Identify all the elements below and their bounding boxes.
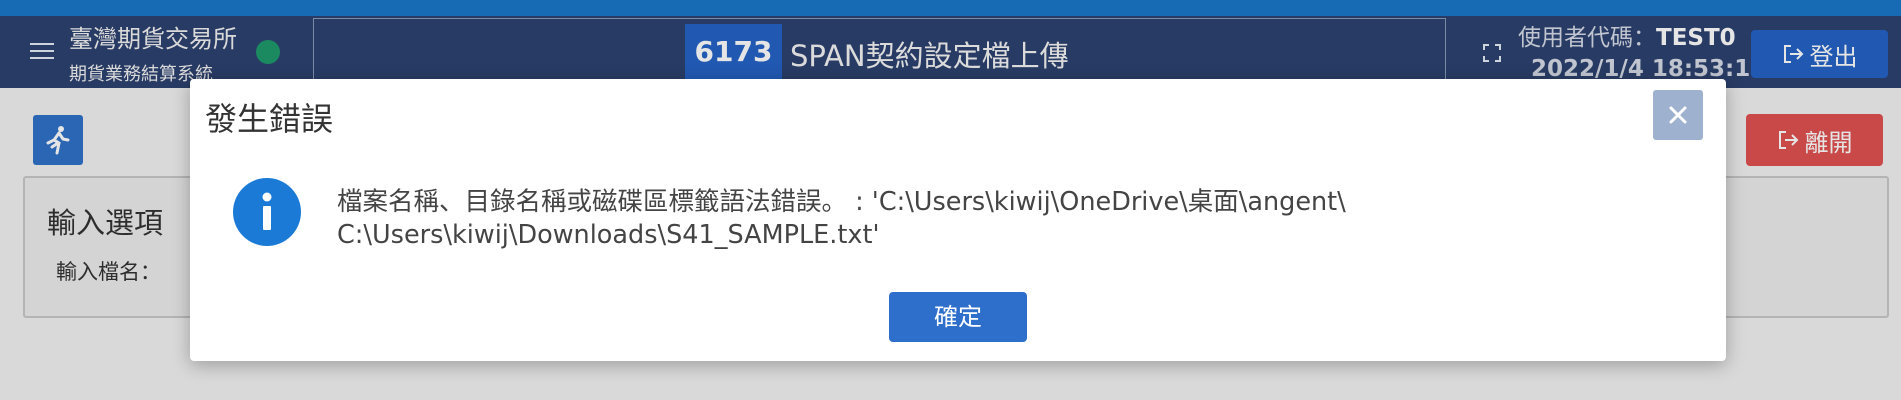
- error-message-line-2: C:\Users\kiwij\Downloads\S41_SAMPLE.txt': [337, 220, 880, 250]
- confirm-button[interactable]: 確定: [889, 292, 1027, 342]
- info-icon: [233, 178, 301, 246]
- dialog-title: 發生錯誤: [205, 100, 334, 138]
- error-dialog: 發生錯誤 檔案名稱、目錄名稱或磁碟區標籤語法錯誤。 : 'C:\Users\ki…: [190, 79, 1726, 361]
- dialog-close-button[interactable]: [1653, 90, 1703, 140]
- close-icon: [1669, 106, 1687, 124]
- error-message-line-1: 檔案名稱、目錄名稱或磁碟區標籤語法錯誤。 : 'C:\Users\kiwij\O…: [337, 187, 1346, 217]
- error-message: 檔案名稱、目錄名稱或磁碟區標籤語法錯誤。 : 'C:\Users\kiwij\O…: [337, 186, 1346, 252]
